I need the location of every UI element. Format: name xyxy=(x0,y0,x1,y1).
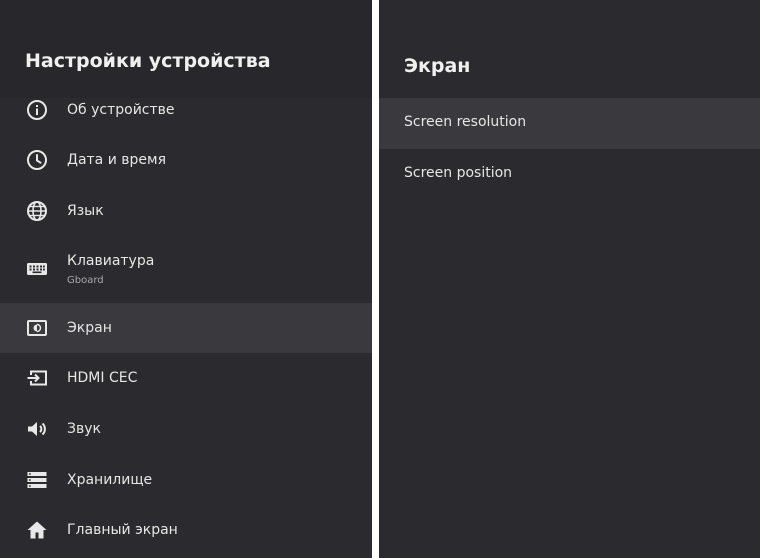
menu-item-label: Язык xyxy=(67,203,104,219)
menu-item-label: Об устройстве xyxy=(67,102,175,118)
screen-resolution-item[interactable]: Screen resolution xyxy=(379,98,760,149)
display-settings-panel: Экран Screen resolution Screen position xyxy=(379,0,760,558)
menu-item-label: Главный экран xyxy=(67,522,178,538)
page-title: Настройки устройства xyxy=(25,50,271,72)
keyboard-icon xyxy=(25,257,49,281)
menu-item-label: Хранилище xyxy=(67,472,153,488)
settings-menu-panel: Настройки устройства Об устройстве Дата … xyxy=(0,0,372,558)
home-icon xyxy=(25,518,49,542)
menu-item-label: Дата и время xyxy=(67,152,166,168)
info-icon xyxy=(25,98,49,122)
display-icon xyxy=(25,316,49,340)
menu-item-date-time[interactable]: Дата и время xyxy=(0,135,372,186)
storage-icon xyxy=(25,468,49,492)
menu-item-sound[interactable]: Звук xyxy=(0,404,372,455)
menu-item-hdmi-cec[interactable]: HDMI CEC xyxy=(0,353,372,404)
clock-icon xyxy=(25,148,49,172)
screen-position-label: Screen position xyxy=(404,165,513,181)
menu-item-keyboard[interactable]: Клавиатура Gboard xyxy=(0,237,372,303)
menu-item-label: Экран xyxy=(67,320,112,336)
menu-item-label: Клавиатура xyxy=(67,253,155,269)
display-header: Экран xyxy=(379,0,760,98)
menu-item-storage[interactable]: Хранилище xyxy=(0,455,372,506)
menu-item-language[interactable]: Язык xyxy=(0,186,372,237)
screen-position-item[interactable]: Screen position xyxy=(379,149,760,200)
speaker-icon xyxy=(25,417,49,441)
screen-resolution-label: Screen resolution xyxy=(404,114,527,130)
menu-item-sublabel: Gboard xyxy=(67,275,104,286)
input-icon xyxy=(25,366,49,390)
settings-header: Настройки устройства xyxy=(0,0,372,98)
menu-item-label: HDMI CEC xyxy=(67,370,138,386)
menu-item-display[interactable]: Экран xyxy=(0,303,372,353)
menu-item-home-screen[interactable]: Главный экран xyxy=(0,506,372,558)
menu-item-about[interactable]: Об устройстве xyxy=(0,98,372,123)
panel-title: Экран xyxy=(404,55,471,77)
menu-item-label: Звук xyxy=(67,421,101,437)
globe-icon xyxy=(25,199,49,223)
